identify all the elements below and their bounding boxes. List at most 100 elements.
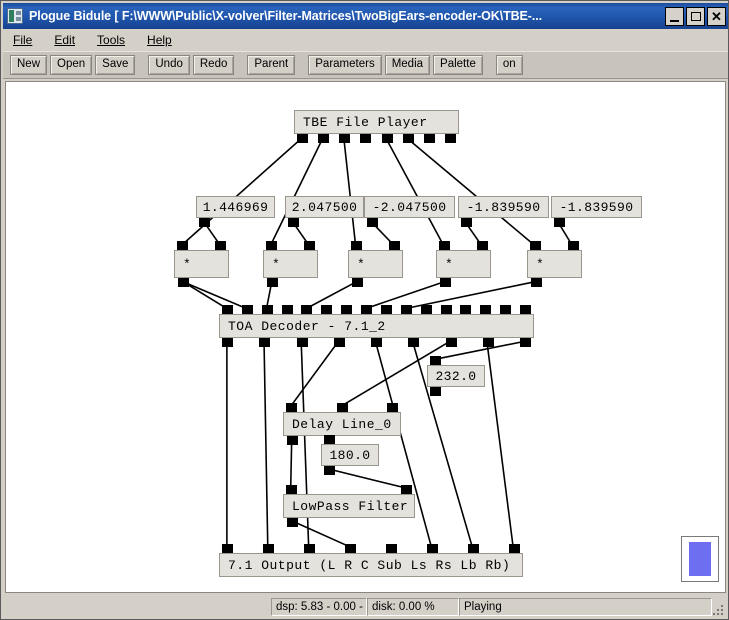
number-box-gain-1[interactable]: 2.047500: [285, 196, 364, 218]
node-mult-0[interactable]: *: [174, 241, 229, 287]
output-port-tbe-file-player-5[interactable]: [402, 134, 414, 143]
input-port-seven-one-output-4[interactable]: [386, 544, 397, 553]
wire[interactable]: [290, 341, 339, 407]
input-port-toa-decoder-2[interactable]: [261, 305, 273, 314]
input-port-mult-0-1[interactable]: [215, 241, 226, 250]
number-box-gain-3[interactable]: -1.839590: [458, 196, 549, 218]
input-port-seven-one-output-3[interactable]: [345, 544, 356, 553]
input-port-toa-decoder-5[interactable]: [321, 305, 333, 314]
save-button[interactable]: Save: [95, 55, 136, 75]
node-mult-2[interactable]: *: [348, 241, 403, 287]
output-port-toa-decoder-7[interactable]: [482, 338, 494, 347]
output-port-mult-0-0[interactable]: [178, 278, 189, 287]
media-button[interactable]: Media: [384, 55, 431, 75]
number-box-delay-time[interactable]: 232.0: [427, 365, 485, 387]
menu-item-file[interactable]: File: [11, 31, 42, 49]
input-port-delay-line-0-2[interactable]: [387, 403, 398, 412]
wire[interactable]: [291, 520, 350, 548]
input-port-toa-decoder-9[interactable]: [400, 305, 412, 314]
input-port-lowpass-filter-1[interactable]: [401, 485, 412, 494]
output-port-tbe-file-player-0[interactable]: [297, 134, 308, 143]
input-port-mult-1-0[interactable]: [266, 241, 277, 250]
input-port-toa-decoder-8[interactable]: [380, 305, 392, 314]
node-mult-1[interactable]: *: [263, 241, 318, 287]
output-port-tbe-file-player-3[interactable]: [360, 134, 372, 143]
output-port-tbe-file-player-1[interactable]: [318, 134, 330, 143]
input-port-seven-one-output-7[interactable]: [509, 544, 520, 553]
parameters-button[interactable]: Parameters: [308, 55, 382, 75]
output-port-toa-decoder-8[interactable]: [520, 338, 531, 347]
number-box-cutoff-freq[interactable]: 180.0: [321, 444, 379, 466]
wire[interactable]: [343, 138, 357, 245]
output-port-toa-decoder-4[interactable]: [371, 338, 382, 347]
input-port-toa-decoder-0[interactable]: [222, 305, 233, 314]
resize-grip[interactable]: [711, 603, 725, 617]
output-port-gain-0[interactable]: [199, 218, 210, 227]
output-port-toa-decoder-0[interactable]: [222, 338, 233, 347]
output-port-delay-time[interactable]: [430, 387, 441, 396]
input-port-toa-decoder-13[interactable]: [480, 305, 492, 314]
output-port-toa-decoder-3[interactable]: [333, 338, 345, 347]
input-port-seven-one-output-2[interactable]: [304, 544, 315, 553]
wire[interactable]: [263, 341, 269, 547]
wire[interactable]: [385, 137, 444, 246]
output-port-gain-4[interactable]: [554, 218, 565, 227]
number-box-gain-2[interactable]: -2.047500: [364, 196, 455, 218]
input-port-delay-line-0-0[interactable]: [286, 403, 297, 412]
input-port-lowpass-filter-0[interactable]: [286, 485, 297, 494]
output-port-tbe-file-player-7[interactable]: [445, 134, 456, 143]
input-port-toa-decoder-4[interactable]: [301, 305, 313, 314]
node-delay-line-0[interactable]: Delay Line_0: [283, 403, 401, 445]
input-port-toa-decoder-11[interactable]: [440, 305, 452, 314]
output-port-gain-2[interactable]: [367, 218, 378, 227]
on-toggle-button[interactable]: on: [495, 55, 523, 75]
input-port-mult-3-0[interactable]: [439, 241, 450, 250]
output-port-tbe-file-player-6[interactable]: [423, 134, 435, 143]
widget-level-meter[interactable]: [681, 536, 719, 582]
output-port-tbe-file-player-4[interactable]: [381, 134, 393, 143]
wire[interactable]: [486, 341, 514, 547]
input-port-mult-3-1[interactable]: [477, 241, 488, 250]
output-port-tbe-file-player-2[interactable]: [339, 134, 351, 143]
input-port-toa-decoder-10[interactable]: [420, 305, 432, 314]
number-box-gain-0[interactable]: 1.446969: [196, 196, 275, 218]
wire[interactable]: [406, 137, 535, 246]
maximize-button[interactable]: [686, 6, 705, 26]
input-port-mult-2-1[interactable]: [389, 241, 400, 250]
minimize-button[interactable]: [665, 6, 684, 26]
input-port-toa-decoder-14[interactable]: [500, 305, 512, 314]
wire[interactable]: [181, 137, 303, 246]
output-port-gain-1[interactable]: [288, 218, 299, 227]
node-toa-decoder[interactable]: TOA Decoder - 7.1_2: [219, 305, 534, 347]
new-button[interactable]: New: [10, 55, 48, 75]
redo-button[interactable]: Redo: [192, 55, 235, 75]
input-port-seven-one-output-6[interactable]: [468, 544, 479, 553]
wire[interactable]: [182, 280, 248, 310]
input-port-seven-one-output-1[interactable]: [263, 544, 274, 553]
output-port-gain-3[interactable]: [461, 218, 472, 227]
wire[interactable]: [328, 468, 406, 489]
input-port-seven-one-output-0[interactable]: [222, 544, 233, 553]
output-port-cutoff-freq[interactable]: [324, 466, 335, 475]
node-mult-3[interactable]: *: [436, 241, 491, 287]
output-port-toa-decoder-5[interactable]: [408, 338, 420, 347]
output-port-toa-decoder-1[interactable]: [259, 338, 271, 347]
input-port-mult-1-1[interactable]: [304, 241, 315, 250]
node-lowpass-filter[interactable]: LowPass Filter: [283, 485, 415, 527]
input-port-toa-decoder-7[interactable]: [361, 305, 373, 314]
undo-button[interactable]: Undo: [148, 55, 190, 75]
input-port-delay-time[interactable]: [430, 356, 441, 365]
number-box-gain-4[interactable]: -1.839590: [551, 196, 642, 218]
palette-button[interactable]: Palette: [433, 55, 483, 75]
output-port-toa-decoder-2[interactable]: [296, 338, 308, 347]
wire[interactable]: [182, 281, 228, 310]
input-port-mult-4-0[interactable]: [530, 241, 541, 250]
input-port-delay-line-0-1[interactable]: [336, 403, 348, 412]
input-port-toa-decoder-12[interactable]: [460, 305, 472, 314]
menu-item-edit[interactable]: Edit: [52, 31, 85, 49]
node-mult-4[interactable]: *: [527, 241, 582, 287]
input-port-toa-decoder-6[interactable]: [341, 305, 353, 314]
output-port-mult-1-0[interactable]: [267, 278, 278, 287]
input-port-toa-decoder-1[interactable]: [241, 305, 253, 314]
node-seven-one-output[interactable]: 7.1 Output (L R C Sub Ls Rs Lb Rb): [219, 544, 523, 577]
